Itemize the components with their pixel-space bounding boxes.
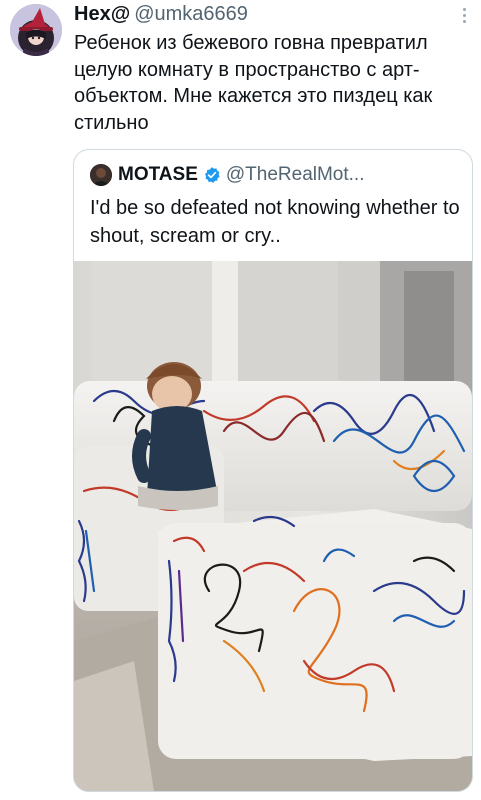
- quoted-tweet-header: MOTASE @TheRealMot...: [90, 164, 365, 186]
- verified-badge-icon: [204, 167, 220, 183]
- user-handle[interactable]: @umka6669: [134, 3, 248, 25]
- quoted-media-photo[interactable]: [74, 261, 472, 791]
- tweet-text: Ребенок из бежевого говна превратил целу…: [74, 32, 433, 134]
- photo-child-scribbled-sofa: [74, 261, 472, 791]
- quoted-display-name[interactable]: MOTASE: [118, 164, 198, 186]
- user-avatar[interactable]: [10, 4, 62, 56]
- quoted-user-avatar[interactable]: [90, 164, 112, 186]
- quoted-user-handle[interactable]: @TheRealMot...: [226, 164, 365, 186]
- witch-avatar-icon: [10, 4, 62, 56]
- display-name[interactable]: Hex@: [74, 3, 130, 25]
- tweet[interactable]: Hex@ @umka6669 Ребенок из бежевого говна …: [0, 0, 481, 800]
- quoted-tweet-text: I'd be so defeated not knowing whether t…: [90, 197, 460, 247]
- quoted-tweet[interactable]: MOTASE @TheRealMot... I'd be so defeated…: [73, 149, 473, 792]
- tweet-header: Hex@ @umka6669: [74, 3, 248, 25]
- quoted-avatar-icon: [90, 164, 112, 186]
- more-options-icon[interactable]: [463, 8, 467, 24]
